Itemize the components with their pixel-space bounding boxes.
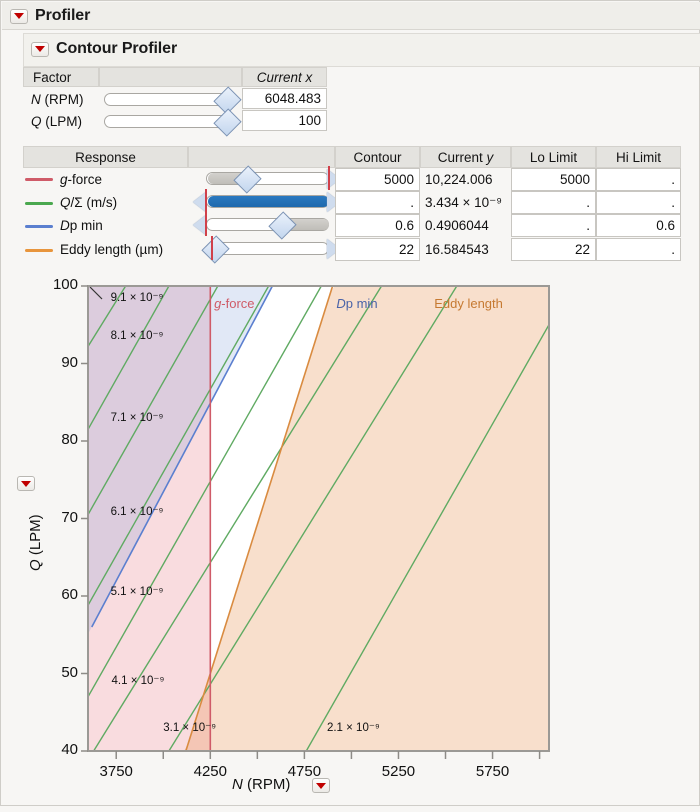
contour-value-label: 6.1 × 10⁻⁹ <box>110 506 164 519</box>
contour-profiler-header: Contour Profiler <box>23 33 700 67</box>
contour-value-label: 7.1 × 10⁻⁹ <box>110 411 164 424</box>
legend-swatch-eddy-length <box>25 249 53 252</box>
factor-n-current-x[interactable]: 6048.483 <box>242 88 327 109</box>
contour-value-label: 2.1 × 10⁻⁹ <box>326 721 380 734</box>
profiler-window: Profiler Contour Profiler Factor Current… <box>0 0 700 806</box>
contour-value-eddy-length[interactable]: 22 <box>335 238 420 261</box>
profiler-titlebar: Profiler <box>2 2 700 30</box>
contour-value-dp-min[interactable]: 0.6 <box>335 214 420 237</box>
hi-limit-g-force[interactable]: . <box>596 168 681 191</box>
x-tick-label: 4750 <box>287 763 322 780</box>
lo-limit-g-force[interactable]: 5000 <box>511 168 596 191</box>
response-dp-min-handle[interactable] <box>268 211 297 240</box>
response-label-g-force: g -force <box>60 171 103 187</box>
response-eddy-length-handle[interactable] <box>201 235 230 264</box>
hi-limit-dp-min[interactable]: 0.6 <box>596 214 681 237</box>
legend-swatch-dp-min <box>25 225 53 228</box>
response-label-dp-min: Dp min <box>60 217 103 233</box>
current-y-eddy-length: 16.584543 <box>425 242 489 257</box>
contour-value-label: 4.1 × 10⁻⁹ <box>111 675 165 688</box>
contour-value-label: 8.1 × 10⁻⁹ <box>110 329 164 342</box>
factor-slider-header <box>99 67 242 87</box>
current-y-header: Current y <box>420 146 511 168</box>
contour-value-label: 9.1 × 10⁻⁹ <box>110 292 164 305</box>
y-tick-label: 60 <box>61 586 78 603</box>
response-q-sigma-track[interactable] <box>206 195 329 208</box>
region-label: Dp min <box>336 295 378 311</box>
factor-row-q-label: Q (LPM) <box>31 113 83 129</box>
region-label: g-force <box>214 295 255 311</box>
contour-profiler-title: Contour Profiler <box>56 40 178 57</box>
contour-plot-area: Q (LPM) N (RPM) 40 50 60 70 80 90 100 3750 4250 4… <box>1 271 700 807</box>
contour-value-q-sigma[interactable]: . <box>335 191 420 214</box>
factor-header: Factor <box>23 67 99 87</box>
x-tick-label: 5250 <box>381 763 416 780</box>
response-g-force-track[interactable] <box>206 172 329 185</box>
y-axis-menu-icon[interactable] <box>17 475 35 493</box>
x-tick-label: 5750 <box>475 763 510 780</box>
contour-value-label: 5.1 × 10⁻⁹ <box>110 586 164 599</box>
response-dp-min-track[interactable] <box>206 218 329 231</box>
response-q-sigma-limit-marker <box>205 189 207 213</box>
response-eddy-length-limit-marker <box>211 236 213 260</box>
legend-swatch-g-force <box>25 178 53 181</box>
region-label: Eddy length <box>434 295 503 311</box>
x-tick-label: 4250 <box>193 763 227 780</box>
response-slider-header <box>188 146 335 168</box>
response-g-force-handle[interactable] <box>233 165 262 194</box>
contour-profiler-disclosure-icon[interactable] <box>31 41 49 57</box>
page-title: Profiler <box>35 7 91 24</box>
profiler-disclosure-icon[interactable] <box>10 8 28 24</box>
contour-header: Contour <box>335 146 420 168</box>
factor-q-slider-handle[interactable] <box>213 108 242 137</box>
y-tick-label: 70 <box>61 508 78 526</box>
contour-value-g-force[interactable]: 5000 <box>335 168 420 191</box>
current-y-g-force: 10,224.006 <box>425 172 493 187</box>
response-g-force-limit-marker <box>328 166 330 190</box>
current-x-header: Current x <box>242 67 327 87</box>
hi-limit-header: Hi Limit <box>596 146 681 168</box>
contour-value-label: 3.1 × 10⁻⁹ <box>163 721 217 734</box>
legend-swatch-q-sigma <box>25 202 53 205</box>
response-label-eddy-length: Eddy length (µm) <box>60 241 164 257</box>
lo-limit-header: Lo Limit <box>511 146 596 168</box>
lo-limit-eddy-length[interactable]: 22 <box>511 238 596 261</box>
lo-limit-q-sigma[interactable]: . <box>511 191 596 214</box>
response-dp-min-limit-marker <box>205 212 207 236</box>
y-tick-label: 90 <box>61 353 78 371</box>
hi-limit-q-sigma[interactable]: . <box>596 191 681 214</box>
current-y-dp-min: 0.4906044 <box>425 218 489 233</box>
hi-limit-eddy-length[interactable]: . <box>596 238 681 261</box>
response-header: Response <box>23 146 188 168</box>
factor-row-n-label: N (RPM) <box>31 91 84 107</box>
lo-limit-dp-min[interactable]: . <box>511 214 596 237</box>
y-tick-label: 100 <box>52 276 78 293</box>
response-label-q-sigma: Q/Σ (m/s) <box>60 194 118 210</box>
current-y-q-sigma: 3.434 × 10⁻⁹ <box>425 194 503 210</box>
factor-q-current-x[interactable]: 100 <box>242 110 327 131</box>
y-tick-label: 80 <box>61 431 78 448</box>
y-tick-label: 40 <box>61 741 78 758</box>
y-tick-label: 50 <box>61 663 78 681</box>
x-tick-label: 3750 <box>99 763 133 780</box>
